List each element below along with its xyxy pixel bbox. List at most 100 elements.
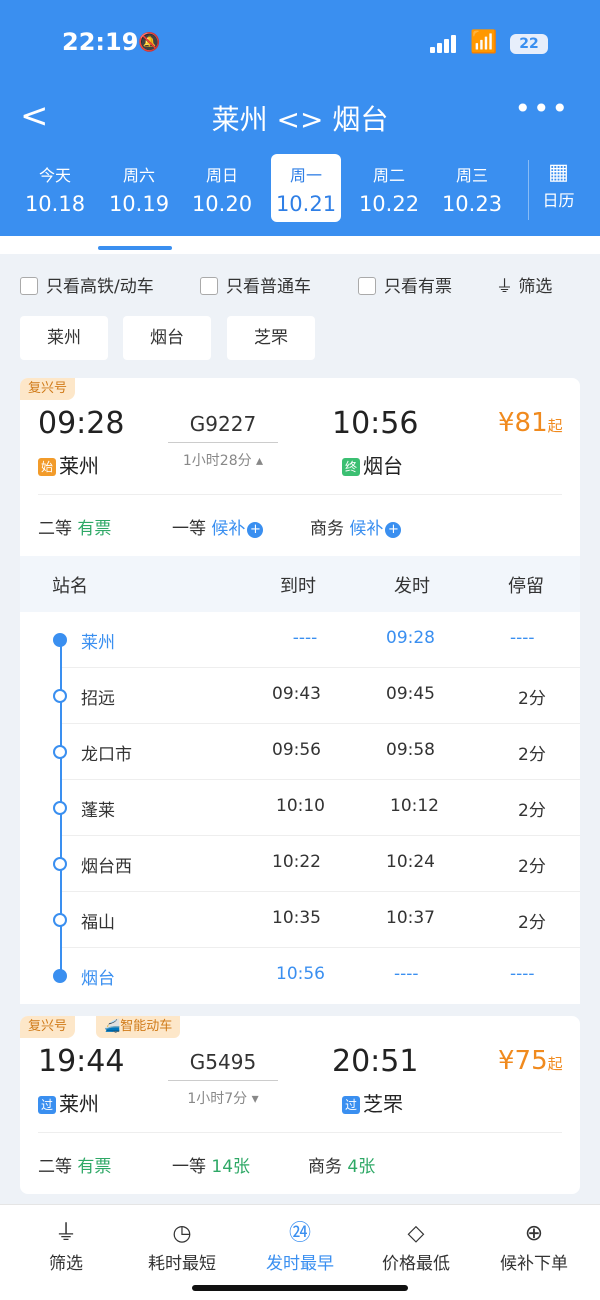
date-tab[interactable]: 周六 10.19 bbox=[104, 154, 174, 222]
seat-class: 商务 bbox=[308, 1157, 342, 1177]
filter-button-label: 筛选 bbox=[518, 277, 553, 297]
battery-icon: 22 bbox=[510, 34, 548, 54]
stop-stay: 2分 bbox=[518, 913, 546, 933]
filter-available-checkbox[interactable]: 只看有票 bbox=[358, 272, 452, 297]
route-line bbox=[168, 442, 278, 443]
seat-status: 14张 bbox=[211, 1157, 251, 1177]
stop-row: 福山 10:35 10:37 2分 bbox=[20, 892, 580, 948]
tab-earliest-departure[interactable]: ㉔ 发时最早 bbox=[240, 1219, 360, 1274]
divider bbox=[38, 494, 562, 495]
calendar-label: 日历 bbox=[542, 191, 575, 210]
stop-depart: 10:12 bbox=[390, 796, 439, 816]
date-tab-active[interactable]: 周一 10.21 bbox=[271, 154, 341, 222]
tab-lowest-price[interactable]: ◇ 价格最低 bbox=[356, 1219, 476, 1274]
seat-business-class: 商务 4张 bbox=[308, 1152, 375, 1177]
stop-dot-icon bbox=[53, 633, 67, 647]
arrival-time: 20:51 bbox=[332, 1044, 419, 1079]
stop-dot-icon bbox=[53, 857, 67, 871]
stop-row: 烟台西 10:22 10:24 2分 bbox=[20, 836, 580, 892]
filter-normal-label: 只看普通车 bbox=[226, 277, 311, 297]
date-tab[interactable]: 周三 10.23 bbox=[437, 154, 507, 222]
tab-filter[interactable]: ⏚ 筛选 bbox=[6, 1219, 126, 1274]
seat-class: 商务 bbox=[310, 519, 344, 539]
date-day: 10.22 bbox=[358, 192, 420, 216]
stop-stay: ---- bbox=[510, 964, 535, 984]
stop-dot-icon bbox=[53, 689, 67, 703]
stop-stay: 2分 bbox=[518, 689, 546, 709]
price-tag-icon: ◇ bbox=[407, 1221, 425, 1246]
date-weekday: 周三 bbox=[455, 166, 488, 185]
stop-depart: 10:37 bbox=[386, 908, 435, 928]
seat-status: 候补 bbox=[349, 519, 384, 539]
stop-list: 站名 到时 发时 停留 莱州 ---- 09:28 ---- 招远 09:43 … bbox=[20, 556, 580, 1004]
date-day: 10.21 bbox=[275, 192, 337, 216]
route-line bbox=[168, 1080, 278, 1081]
seat-second-class: 二等 有票 bbox=[38, 514, 111, 539]
arrival-time: 10:56 bbox=[332, 406, 419, 441]
plus-icon: + bbox=[247, 522, 264, 538]
filter-button[interactable]: ⏚ 筛选 bbox=[496, 272, 552, 297]
nav-bar: < 莱州 <> 烟台 ••• bbox=[0, 92, 600, 140]
status-bar: 22:19 🔕 📶 22 bbox=[0, 28, 600, 64]
sort-tab-strip bbox=[0, 236, 600, 254]
departure-station-name: 莱州 bbox=[59, 1092, 99, 1116]
checkbox-icon bbox=[358, 277, 376, 295]
date-tab[interactable]: 周二 10.22 bbox=[354, 154, 424, 222]
stop-rows: 莱州 ---- 09:28 ---- 招远 09:43 09:45 2分 龙口市… bbox=[20, 612, 580, 1004]
train-card-g5495[interactable]: 复兴号 🚄智能动车 19:44 过莱州 G5495 1小时7分 ▾ 20:51 … bbox=[20, 1016, 580, 1194]
checkbox-icon bbox=[200, 277, 218, 295]
stop-list-header: 站名 到时 发时 停留 bbox=[20, 556, 580, 612]
tab-shortest-duration[interactable]: ◷ 耗时最短 bbox=[122, 1219, 242, 1274]
date-selector: 今天 10.18 周六 10.19 周日 10.20 周一 10.21 周二 1… bbox=[0, 154, 600, 224]
seat-class: 二等 bbox=[38, 519, 72, 539]
duration[interactable]: 1小时7分 ▾ bbox=[168, 1088, 278, 1108]
more-icon[interactable]: ••• bbox=[514, 92, 570, 125]
stop-name: 龙口市 bbox=[81, 745, 132, 765]
divider bbox=[38, 1132, 562, 1133]
checkbox-icon bbox=[20, 277, 38, 295]
arrival-station: 过芝罘 bbox=[342, 1088, 403, 1117]
clock-24-icon: ㉔ bbox=[288, 1221, 311, 1246]
stop-name: 烟台 bbox=[81, 969, 115, 989]
arrival-station: 终烟台 bbox=[342, 450, 403, 479]
departure-time: 09:28 bbox=[38, 406, 125, 441]
seat-first-class[interactable]: 一等 候补 + bbox=[172, 514, 264, 539]
stop-dot-icon bbox=[53, 913, 67, 927]
home-indicator bbox=[192, 1285, 408, 1291]
stop-arrive: ---- bbox=[292, 628, 318, 648]
train-icon: 🚄 bbox=[104, 1019, 121, 1034]
calendar-button[interactable]: ▦ 日历 bbox=[528, 160, 588, 220]
signal-icon bbox=[430, 34, 458, 53]
tab-waitlist-order[interactable]: ⊕ 候补下单 bbox=[474, 1219, 594, 1274]
train-card-g9227[interactable]: 复兴号 09:28 始莱州 G9227 1小时28分 ▴ 10:56 终烟台 ¥… bbox=[20, 378, 580, 1004]
stop-name: 莱州 bbox=[81, 633, 115, 653]
stop-arrive: 10:35 bbox=[272, 908, 321, 928]
cart-plus-icon: ⊕ bbox=[524, 1221, 544, 1246]
stop-depart: 10:24 bbox=[386, 852, 435, 872]
date-weekday: 周一 bbox=[289, 166, 322, 185]
stop-name: 招远 bbox=[81, 689, 115, 709]
date-day: 10.19 bbox=[108, 192, 170, 216]
seat-business-class[interactable]: 商务 候补 + bbox=[310, 514, 402, 539]
stop-name: 福山 bbox=[81, 913, 115, 933]
stop-name: 烟台西 bbox=[81, 857, 132, 877]
date-tab[interactable]: 今天 10.18 bbox=[20, 154, 90, 222]
tab-label: 筛选 bbox=[49, 1254, 83, 1274]
stop-arrive: 10:10 bbox=[276, 796, 325, 816]
filter-normal-checkbox[interactable]: 只看普通车 bbox=[200, 272, 311, 297]
arrival-station-name: 烟台 bbox=[363, 454, 403, 478]
filter-highspeed-checkbox[interactable]: 只看高铁/动车 bbox=[20, 272, 154, 297]
seat-status: 候补 bbox=[211, 519, 246, 539]
station-chip[interactable]: 莱州 bbox=[20, 316, 108, 360]
stop-row: 莱州 ---- 09:28 ---- bbox=[20, 612, 580, 668]
price-value: ¥81 bbox=[498, 408, 548, 438]
seat-status: 有票 bbox=[77, 519, 112, 539]
duration[interactable]: 1小时28分 ▴ bbox=[168, 450, 278, 470]
price-suffix: 起 bbox=[547, 417, 563, 435]
stop-arrive: 09:56 bbox=[272, 740, 321, 760]
seat-class: 一等 bbox=[172, 519, 206, 539]
station-chip[interactable]: 芝罘 bbox=[227, 316, 315, 360]
date-tab[interactable]: 周日 10.20 bbox=[187, 154, 257, 222]
station-chip[interactable]: 烟台 bbox=[123, 316, 211, 360]
stop-row: 蓬莱 10:10 10:12 2分 bbox=[20, 780, 580, 836]
